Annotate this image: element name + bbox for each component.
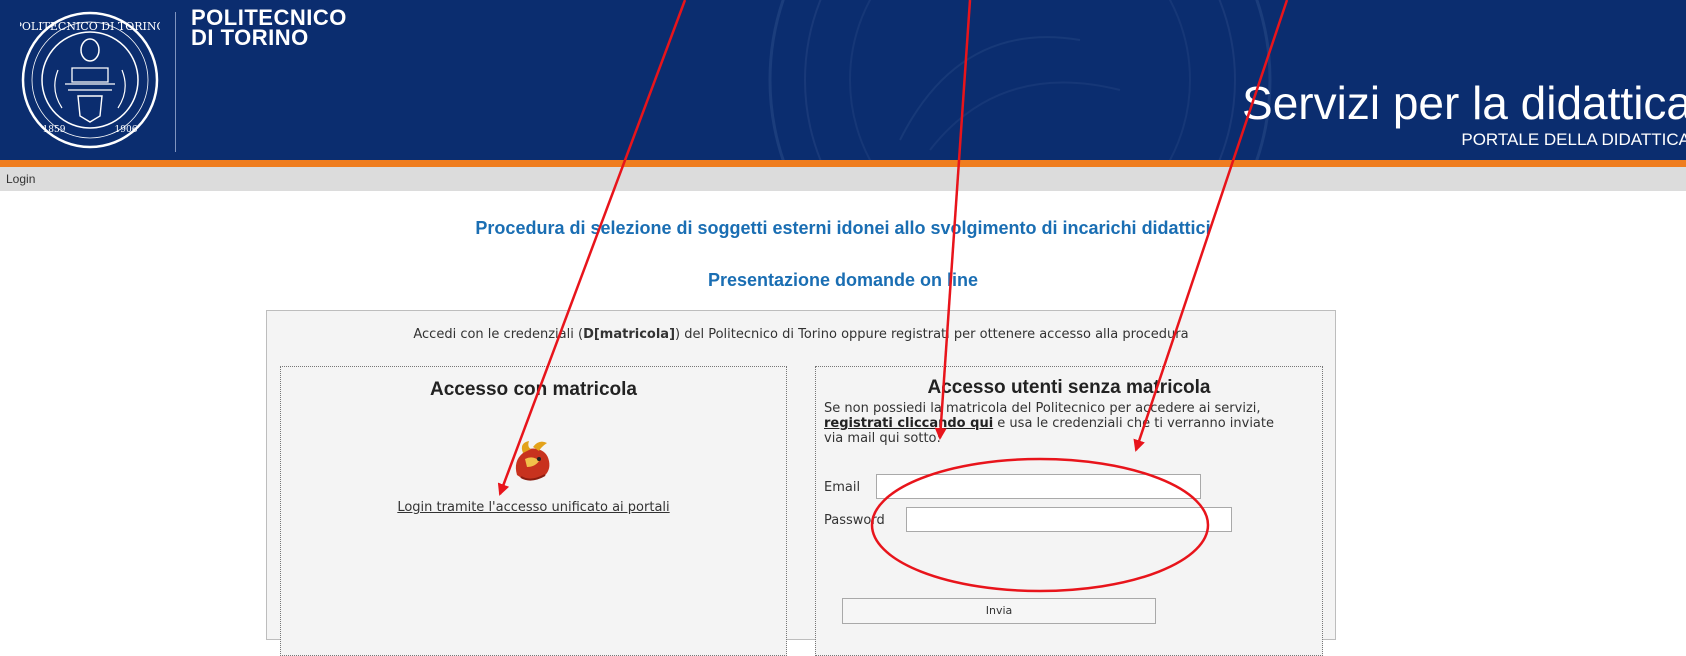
matricola-login-box: Accesso con matricola Login tramite l'ac… — [280, 366, 787, 656]
service-subtitle: PORTALE DELLA DIDATTICA — [1461, 130, 1686, 149]
external-box-title: Accesso utenti senza matricola — [927, 377, 1211, 398]
password-input[interactable] — [906, 507, 1232, 532]
info-text-before: Se non possiedi la matricola del Politec… — [824, 401, 1261, 416]
external-login-info: Se non possiedi la matricola del Politec… — [824, 401, 1294, 446]
header-divider — [175, 12, 176, 152]
griffin-mascot-icon — [515, 441, 550, 481]
breadcrumb-login: Login — [6, 172, 36, 186]
seal-year-left: 1859 — [43, 125, 66, 135]
brand-line-2: DI TORINO — [191, 25, 309, 50]
matricola-box-title: Accesso con matricola — [430, 379, 637, 400]
submit-button[interactable]: Invia — [842, 598, 1156, 624]
login-intro-credential: D[matricola] — [583, 327, 676, 342]
login-intro: Accedi con le credenziali (D[matricola])… — [267, 327, 1335, 342]
password-label: Password — [824, 513, 885, 528]
header-accent-bar — [0, 160, 1686, 167]
login-intro-suffix: ) del Politecnico di Torino oppure regis… — [675, 327, 1189, 342]
procedure-title: Procedura di selezione di soggetti ester… — [475, 218, 1211, 238]
breadcrumb: Login — [0, 167, 1686, 191]
procedure-subtitle: Presentazione domande on line — [707, 270, 979, 290]
seal-year-right: 1906 — [115, 125, 138, 135]
email-input[interactable] — [876, 474, 1201, 499]
seal-text: POLITECNICO DI TORINO — [20, 20, 160, 33]
login-intro-prefix: Accedi con le credenziali ( — [413, 327, 584, 342]
brand-name: POLITECNICO DI TORINO — [191, 7, 347, 50]
external-login-box: Accesso utenti senza matricola Se non po… — [815, 366, 1323, 656]
sso-login-link[interactable]: Login tramite l'accesso unificato ai por… — [281, 500, 786, 515]
register-link[interactable]: registrati cliccando qui — [824, 416, 993, 431]
login-panel: Accedi con le credenziali (D[matricola])… — [266, 310, 1336, 656]
politecnico-seal-logo: POLITECNICO DI TORINO 1859 1906 — [20, 11, 160, 149]
service-title: Servizi per la didattica — [1242, 77, 1686, 129]
email-label: Email — [824, 480, 861, 495]
site-header: POLITECNICO DI TORINO 1859 1906 POLITECN… — [0, 0, 1686, 160]
